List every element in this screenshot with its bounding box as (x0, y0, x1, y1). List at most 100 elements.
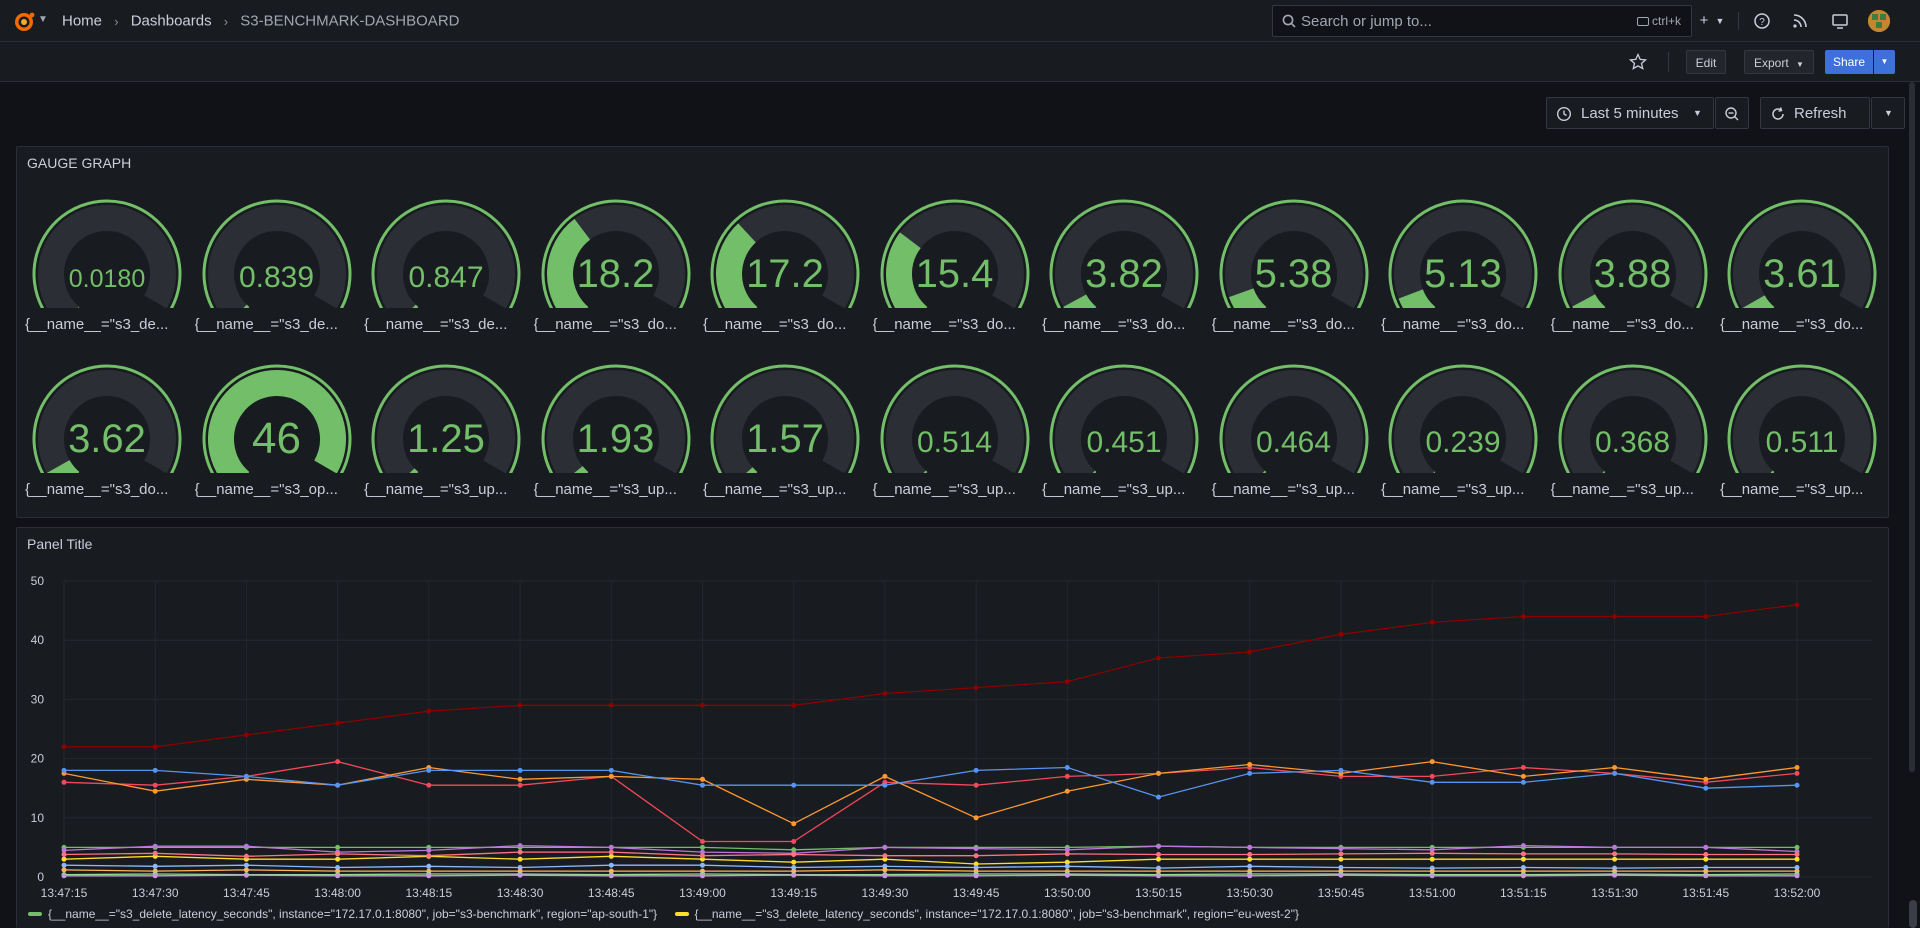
data-point (61, 852, 67, 857)
series-line (63, 760, 1798, 825)
legend-item[interactable]: {__name__="s3_delete_latency_seconds", i… (674, 907, 1299, 921)
series-line (63, 851, 1797, 857)
x-tick-label: 13:49:00 (679, 886, 726, 900)
y-tick-label: 40 (31, 633, 45, 647)
data-point (1156, 852, 1161, 857)
data-point (608, 873, 614, 879)
data-point (608, 849, 614, 855)
data-point (1247, 649, 1253, 655)
data-point (700, 862, 705, 868)
data-point (608, 844, 614, 850)
x-tick-label: 13:51:30 (1591, 886, 1638, 900)
legend-label: {__name__="s3_delete_latency_seconds", i… (694, 907, 1299, 921)
data-point (335, 759, 341, 765)
data-point (61, 873, 67, 879)
data-point (1612, 844, 1618, 850)
data-point (1703, 785, 1709, 791)
data-point (791, 702, 797, 708)
data-point (426, 853, 432, 859)
legend-swatch (28, 912, 42, 916)
data-point (1338, 851, 1344, 857)
data-point (1794, 770, 1800, 776)
x-tick-label: 13:49:30 (862, 886, 909, 900)
x-tick-label: 13:48:30 (497, 886, 544, 900)
data-point (1794, 602, 1800, 608)
data-point (882, 853, 888, 859)
y-tick-label: 0 (37, 870, 44, 884)
data-point (1247, 856, 1253, 862)
data-point (1520, 773, 1526, 779)
data-point (243, 843, 249, 849)
data-point (243, 773, 249, 779)
time-series-chart[interactable]: 0 10 20 30 40 50 13:47:15 13:47:30 13:47:45 13:48… (0, 0, 1920, 928)
data-point (1156, 843, 1161, 849)
data-point (517, 767, 523, 773)
data-point (243, 862, 249, 868)
data-point (426, 782, 432, 788)
data-point (1520, 873, 1526, 879)
data-point (1703, 614, 1709, 619)
data-point (1064, 765, 1070, 770)
data-point (152, 744, 158, 750)
data-point (1247, 852, 1253, 857)
data-point (1703, 856, 1709, 862)
data-point (608, 773, 614, 779)
y-tick-label: 50 (31, 574, 45, 588)
data-point (426, 767, 432, 773)
data-point (1429, 873, 1435, 879)
x-tick-label: 13:49:15 (770, 886, 817, 900)
data-point (791, 782, 797, 788)
data-point (1156, 794, 1161, 800)
legend-scrollbar[interactable] (1909, 900, 1917, 928)
x-tick-label: 13:48:15 (405, 886, 452, 900)
x-tick-label: 13:50:30 (1226, 886, 1273, 900)
data-point (1064, 851, 1070, 857)
series-line (63, 855, 1797, 865)
data-point (1612, 872, 1618, 878)
y-tick-label: 20 (31, 752, 45, 766)
data-point (791, 839, 797, 844)
data-point (152, 873, 158, 879)
chart-legend: {__name__="s3_delete_latency_seconds", i… (28, 907, 1313, 921)
page-scrollbar[interactable] (1909, 82, 1915, 772)
data-point (608, 702, 614, 708)
data-point (973, 767, 979, 773)
data-point (335, 720, 341, 726)
data-point (61, 856, 67, 862)
data-point (1520, 843, 1526, 849)
data-point (1064, 773, 1070, 779)
data-point (243, 867, 249, 873)
data-point (1794, 782, 1800, 788)
data-point (700, 873, 705, 879)
data-point (335, 873, 341, 879)
data-point (1064, 679, 1070, 685)
data-point (517, 843, 523, 849)
data-point (973, 846, 979, 852)
data-point (1703, 776, 1709, 782)
data-point (152, 843, 158, 849)
data-point (882, 782, 888, 788)
series-line (63, 873, 1798, 876)
legend-item[interactable]: {__name__="s3_delete_latency_seconds", i… (28, 907, 657, 921)
data-point (1247, 844, 1253, 850)
data-point (243, 872, 249, 878)
x-tick-label: 13:48:45 (588, 886, 635, 900)
data-point (1338, 846, 1344, 852)
data-point (61, 867, 67, 873)
data-point (973, 782, 979, 788)
data-point (517, 849, 523, 855)
y-tick-label: 30 (31, 692, 45, 706)
data-point (791, 852, 797, 857)
x-tick-label: 13:50:00 (1044, 886, 1091, 900)
data-point (517, 782, 523, 788)
data-point (152, 767, 158, 773)
x-tick-label: 13:47:15 (41, 886, 88, 900)
data-point (517, 776, 523, 782)
data-point (882, 691, 888, 696)
series-line (64, 874, 1797, 877)
data-point (1520, 851, 1526, 857)
data-point (791, 859, 797, 865)
data-point (61, 779, 67, 785)
data-point (1064, 863, 1070, 869)
data-point (1338, 767, 1344, 773)
